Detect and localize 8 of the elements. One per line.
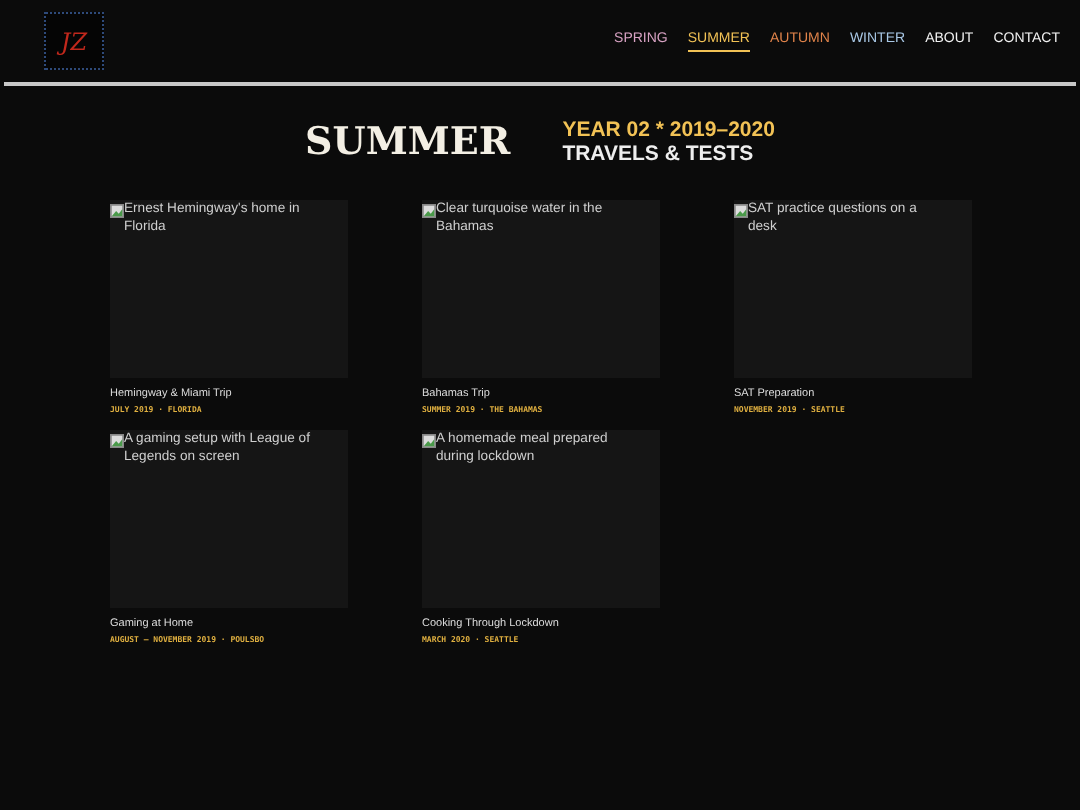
broken-image-icon [110, 434, 124, 448]
broken-image-icon [110, 204, 124, 218]
broken-image-icon [422, 204, 436, 218]
broken-image-icon [422, 434, 436, 448]
broken-image-icon [734, 204, 748, 218]
page-subtitle: TRAVELS & TESTS [562, 142, 756, 166]
page-title: SUMMER [305, 120, 511, 164]
year-label: YEAR 02 * 2019–2020 [562, 118, 775, 142]
